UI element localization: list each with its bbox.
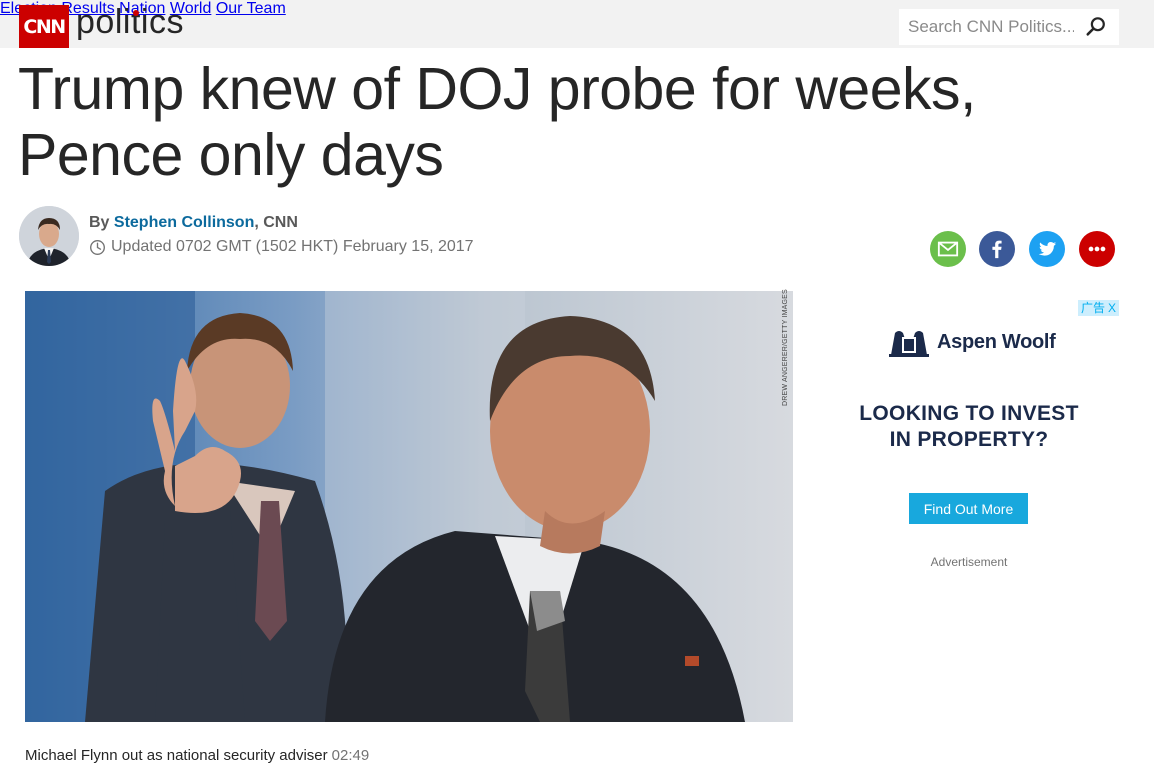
hero-video-thumbnail[interactable] [25, 291, 793, 722]
video-caption[interactable]: Michael Flynn out as national security a… [25, 747, 369, 764]
ad-tag-label: 广告 [1081, 301, 1106, 315]
share-email-button[interactable] [930, 231, 966, 267]
caption-title: Michael Flynn out as national security a… [25, 747, 328, 764]
ad-headline[interactable]: LOOKING TO INVEST IN PROPERTY? [838, 401, 1100, 453]
share-twitter-button[interactable] [1029, 231, 1065, 267]
author-avatar[interactable] [19, 206, 79, 266]
top-nav-bar: CNN politics Election Results Nation Wor… [0, 0, 1154, 48]
ad-cta-button[interactable]: Find Out More [909, 493, 1028, 524]
politics-section-link[interactable]: politics [76, 3, 184, 42]
email-icon [937, 241, 959, 257]
more-icon [1088, 246, 1106, 252]
ad-choices-tag[interactable]: 广告 X [1078, 300, 1119, 316]
ad-headline-line-1: LOOKING TO INVEST [859, 402, 1079, 425]
ad-close-icon[interactable]: X [1108, 300, 1116, 316]
share-facebook-button[interactable] [979, 231, 1015, 267]
advertisement-label: Advertisement [930, 555, 1008, 569]
updated-text: Updated 0702 GMT (1502 HKT) February 15,… [111, 238, 474, 255]
share-more-button[interactable] [1079, 231, 1115, 267]
author-link[interactable]: Stephen Collinson [114, 214, 254, 231]
search-box [899, 9, 1119, 45]
nav-our-team[interactable]: Our Team [216, 0, 286, 17]
search-input[interactable] [899, 9, 1074, 45]
crest-icon [889, 331, 929, 357]
section-name-dotted: t [131, 3, 141, 41]
ad-headline-line-2: IN PROPERTY? [889, 428, 1049, 451]
article-headline: Trump knew of DOJ probe for weeks, Pence… [18, 56, 1118, 188]
section-name-part: t [130, 3, 141, 41]
headline-line-1: Trump knew of DOJ probe for weeks, [18, 56, 976, 122]
search-icon[interactable] [1085, 16, 1107, 38]
hero-photo [25, 291, 793, 722]
byline: By Stephen Collinson, CNN [89, 214, 298, 232]
section-name-part: poli [76, 3, 131, 41]
by-prefix: By [89, 214, 114, 231]
author-photo [19, 206, 79, 266]
clock-icon [90, 239, 105, 255]
photo-credit: DREW ANGERER/GETTY IMAGES [782, 289, 789, 406]
section-name-part: ics [140, 3, 184, 41]
headline-line-2: Pence only days [18, 122, 444, 188]
ad-brand-name: Aspen Woolf [937, 330, 1056, 353]
cnn-logo[interactable]: CNN [19, 5, 69, 48]
byline-outlet: , CNN [254, 214, 298, 231]
facebook-icon [992, 240, 1002, 259]
timestamp: Updated 0702 GMT (1502 HKT) February 15,… [89, 238, 474, 256]
ad-brand-logo[interactable]: Aspen Woolf [885, 325, 1056, 359]
video-duration: 02:49 [331, 747, 370, 764]
twitter-icon [1038, 241, 1057, 256]
